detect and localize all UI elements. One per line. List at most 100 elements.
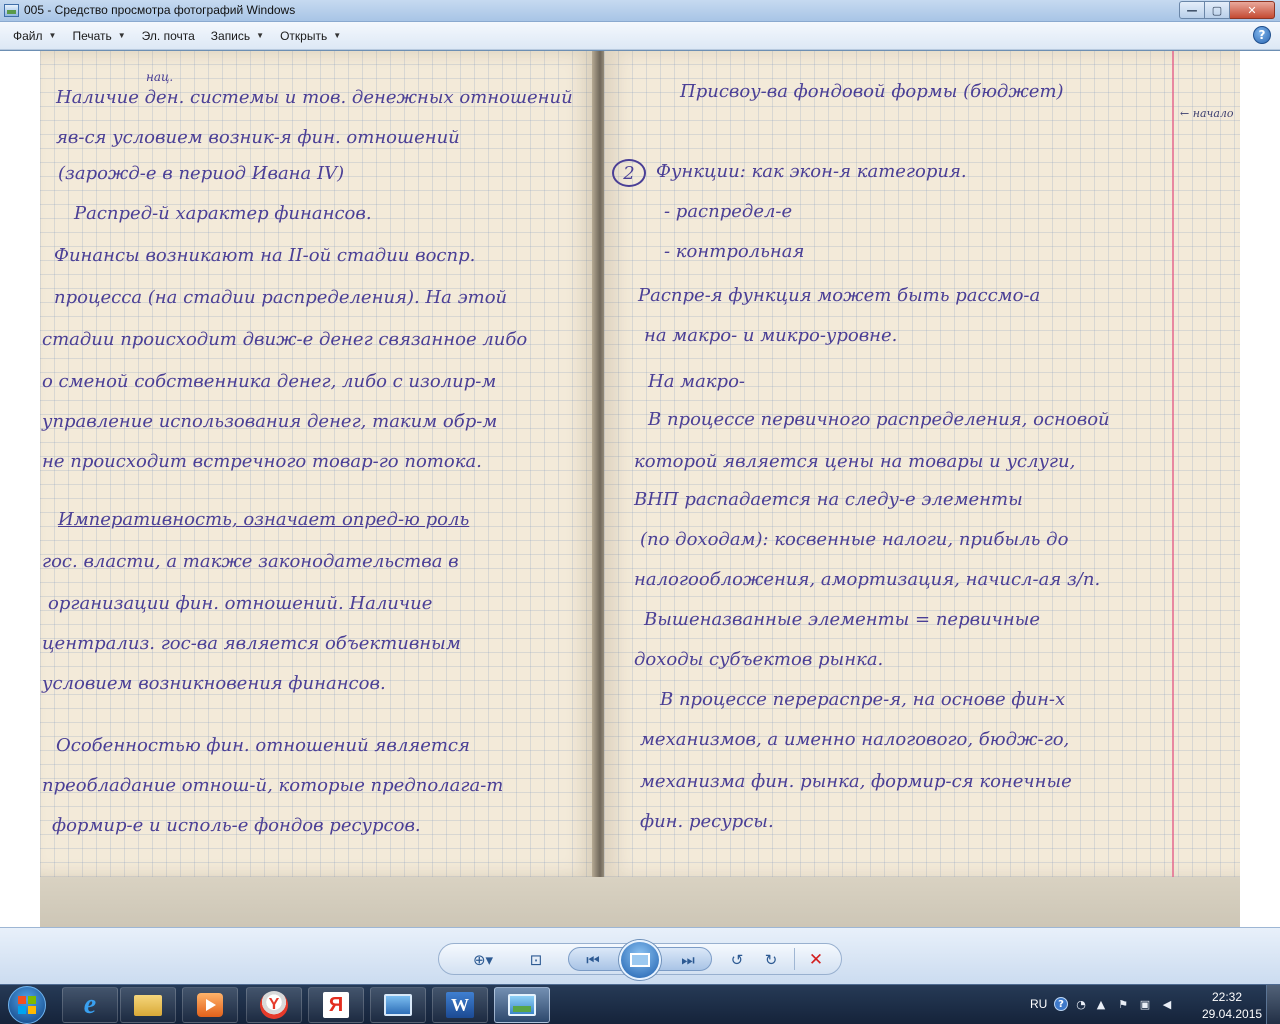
fit-to-window-icon[interactable]: ⊡ bbox=[522, 949, 550, 971]
windows-logo-icon bbox=[28, 1006, 36, 1014]
help-icon[interactable]: ? bbox=[1253, 26, 1271, 44]
left-line-1: Наличие ден. системы и тов. денежных отн… bbox=[56, 87, 573, 108]
right-line-10: ВНП распадается на следу-е элементы bbox=[634, 489, 1023, 510]
taskbar-explorer[interactable] bbox=[120, 987, 176, 1023]
yandex-browser-icon: Y bbox=[260, 991, 288, 1019]
taskbar-remote-desktop[interactable] bbox=[370, 987, 426, 1023]
menu-burn-label: Запись bbox=[210, 28, 251, 43]
notebook-right-page: Присвоу-ва фондовой формы (бюджет) 2 Фун… bbox=[604, 51, 1240, 877]
notebook-left-page: нац. Наличие ден. системы и тов. денежны… bbox=[40, 51, 596, 877]
clock-time[interactable]: 22:32 bbox=[1212, 990, 1242, 1004]
left-line-8: о сменой собственника денег, либо с изол… bbox=[42, 371, 497, 392]
right-line-13: Вышеназванные элементы = первичные bbox=[644, 609, 1041, 630]
taskbar-internet-explorer[interactable]: e bbox=[62, 987, 118, 1023]
menu-file-label: Файл bbox=[13, 28, 43, 43]
title-bar[interactable]: 005 - Средство просмотра фотографий Wind… bbox=[0, 0, 1280, 22]
network-warning-icon[interactable]: ⚑ bbox=[1116, 997, 1130, 1011]
word-icon: W bbox=[446, 992, 474, 1018]
taskbar: e Y Я W RU ? ◔ ▲ ⚑ ▣ ◀ 22:32 29.04.2015 bbox=[0, 984, 1280, 1024]
window-title: 005 - Средство просмотра фотографий Wind… bbox=[24, 3, 296, 17]
right-line-3: - распредел-е bbox=[664, 201, 793, 222]
clock-date[interactable]: 29.04.2015 bbox=[1202, 1007, 1262, 1021]
left-line-2: яв-ся условием возник-я фин. отношений bbox=[56, 127, 460, 148]
right-line-6: на макро- и микро-уровне. bbox=[644, 325, 898, 346]
photo-viewer-app-icon bbox=[4, 4, 19, 17]
notebook-photo: нац. Наличие ден. системы и тов. денежны… bbox=[40, 51, 1240, 927]
left-line-11: Императивность, означает опред-ю роль bbox=[58, 509, 470, 530]
slideshow-button[interactable] bbox=[619, 940, 661, 980]
right-line-7: На макро- bbox=[648, 371, 745, 392]
window-controls: — ▢ ✕ bbox=[1179, 1, 1275, 19]
margin-line bbox=[1172, 51, 1174, 877]
right-line-12: налогообложения, амортизация, начисл-ая … bbox=[634, 569, 1101, 590]
right-line-14: доходы субъектов рынка. bbox=[634, 649, 884, 670]
rotate-right-icon[interactable]: ↻ bbox=[758, 949, 784, 971]
previous-icon[interactable]: ⏮ bbox=[578, 949, 608, 971]
taskbar-media-player[interactable] bbox=[182, 987, 238, 1023]
taskbar-photo-viewer[interactable] bbox=[494, 987, 550, 1023]
photo-bottom-edge bbox=[40, 877, 1240, 927]
chevron-down-icon: ▼ bbox=[333, 31, 342, 40]
start-button[interactable] bbox=[8, 986, 46, 1024]
control-divider bbox=[794, 948, 795, 970]
action-center-icon[interactable]: ▣ bbox=[1138, 997, 1152, 1011]
right-line-4: - контрольная bbox=[664, 241, 805, 262]
show-hidden-icons-icon[interactable]: ▲ bbox=[1094, 997, 1108, 1011]
chevron-down-icon: ▼ bbox=[117, 31, 126, 40]
left-line-3: (зарожд-е в период Ивана IV) bbox=[58, 163, 345, 184]
help-icon[interactable]: ? bbox=[1054, 997, 1068, 1011]
left-line-14: централиз. гос-ва является объективным bbox=[42, 633, 461, 654]
taskbar-word[interactable]: W bbox=[432, 987, 488, 1023]
left-line-7: стадии происходит движ-е денег связанное… bbox=[42, 329, 528, 350]
viewer-control-bar: ⊕▾ ⊡ ⏮ ⏭ ↺ ↻ ✕ bbox=[0, 927, 1280, 989]
menu-email[interactable]: Эл. почта bbox=[134, 25, 203, 47]
internet-explorer-icon: e bbox=[83, 989, 97, 1020]
menu-file[interactable]: Файл ▼ bbox=[5, 25, 64, 47]
margin-arrow-note: ← начало bbox=[1180, 107, 1234, 120]
close-window-button[interactable]: ✕ bbox=[1230, 1, 1275, 19]
show-desktop-button[interactable] bbox=[1266, 985, 1280, 1024]
system-tray: RU ? ◔ ▲ ⚑ ▣ ◀ 22:32 29.04.2015 bbox=[1020, 985, 1280, 1024]
right-line-18: фин. ресурсы. bbox=[640, 811, 774, 832]
taskbar-yandex[interactable]: Я bbox=[308, 987, 364, 1023]
media-player-icon bbox=[197, 993, 223, 1017]
remote-desktop-icon bbox=[384, 994, 412, 1016]
yandex-icon: Я bbox=[323, 992, 349, 1018]
maximize-button[interactable]: ▢ bbox=[1205, 1, 1230, 19]
right-line-17: механизма фин. рынка, формир-ся конечные bbox=[640, 771, 1072, 792]
left-line-15: условием возникновения финансов. bbox=[42, 673, 386, 694]
delete-icon[interactable]: ✕ bbox=[803, 949, 829, 971]
language-indicator[interactable]: RU bbox=[1030, 997, 1047, 1011]
right-line-9: которой является цены на товары и услуги… bbox=[634, 451, 1076, 472]
left-line-10: не происходит встречного товар-го потока… bbox=[42, 451, 482, 472]
handwritten-superscript: нац. bbox=[146, 70, 174, 84]
zoom-icon[interactable]: ⊕▾ bbox=[464, 949, 502, 971]
left-line-6: процесса (на стадии распределения). На э… bbox=[54, 287, 508, 308]
slideshow-icon bbox=[630, 953, 650, 967]
right-line-11: (по доходам): косвенные налоги, прибыль … bbox=[640, 529, 1069, 550]
right-line-15: В процессе перераспре-я, на основе фин-х bbox=[660, 689, 1066, 710]
right-line-5: Распре-я функция может быть рассмо-а bbox=[638, 285, 1041, 306]
taskbar-yandex-browser[interactable]: Y bbox=[246, 987, 302, 1023]
volume-icon[interactable]: ◀ bbox=[1160, 997, 1174, 1011]
left-line-17: преобладание отнош-й, которые предполага… bbox=[42, 775, 504, 796]
windows-logo-icon bbox=[28, 996, 36, 1004]
rotate-left-icon[interactable]: ↺ bbox=[724, 949, 750, 971]
left-line-18: формир-е и исполь-е фондов ресурсов. bbox=[52, 815, 421, 836]
right-line-1: Присвоу-ва фондовой формы (бюджет) bbox=[680, 81, 1064, 102]
left-line-16: Особенностью фин. отношений является bbox=[56, 735, 470, 756]
minimize-button[interactable]: — bbox=[1179, 1, 1205, 19]
menu-open[interactable]: Открыть ▼ bbox=[272, 25, 349, 47]
photo-viewer-icon bbox=[508, 994, 536, 1016]
image-viewport[interactable]: нац. Наличие ден. системы и тов. денежны… bbox=[0, 51, 1280, 927]
windows-logo-icon bbox=[18, 1006, 26, 1014]
chevron-down-icon: ▼ bbox=[48, 31, 57, 40]
right-line-2: Функции: как экон-я категория. bbox=[656, 161, 967, 182]
menu-print[interactable]: Печать ▼ bbox=[64, 25, 133, 47]
next-icon[interactable]: ⏭ bbox=[673, 949, 703, 971]
circled-number: 2 bbox=[612, 159, 646, 187]
menu-burn[interactable]: Запись ▼ bbox=[203, 25, 272, 47]
tray-status-icon[interactable]: ◔ bbox=[1074, 997, 1088, 1011]
menu-print-label: Печать bbox=[72, 28, 112, 43]
left-line-5: Финансы возникают на II-ой стадии воспр. bbox=[54, 245, 476, 266]
